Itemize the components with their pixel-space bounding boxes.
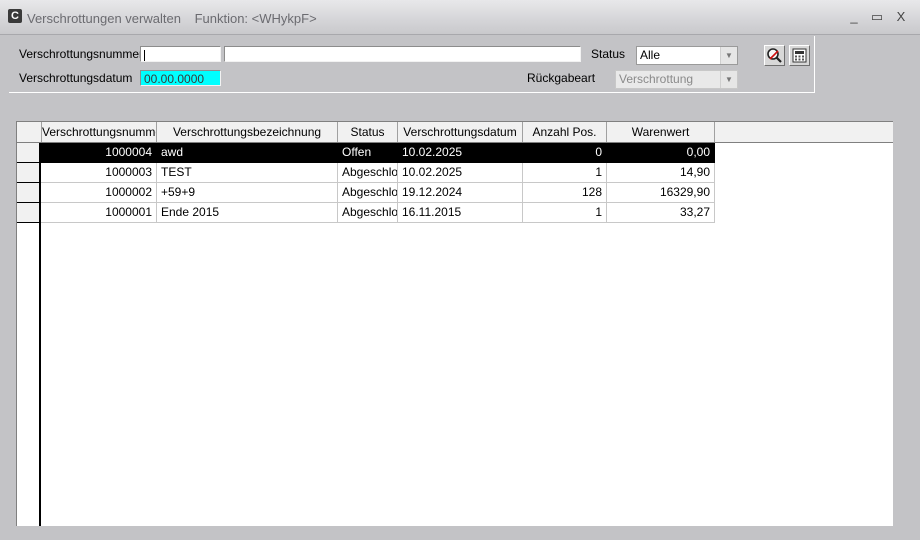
cell-number: 1000003: [41, 163, 157, 183]
calculator-button[interactable]: [789, 45, 810, 66]
search-icon: [767, 48, 782, 63]
title-bar: C Verschrottungen verwalten Funktion: <W…: [0, 0, 920, 35]
cell-status: Abgeschlo: [338, 163, 398, 183]
window-title-text: Verschrottungen verwalten: [27, 11, 181, 26]
cell-positions: 1: [523, 203, 607, 223]
scrap-table: Verschrottungsnummer Verschrottungsbezei…: [16, 121, 893, 526]
table-row[interactable]: 1000003 TEST Abgeschlo 10.02.2025 1 14,9…: [17, 163, 715, 183]
cell-positions: 1: [523, 163, 607, 183]
function-label: Funktion: <WHykpF>: [194, 11, 317, 26]
cell-description: TEST: [157, 163, 338, 183]
cell-date: 16.11.2015: [398, 203, 523, 223]
column-header[interactable]: Verschrottungsbezeichnung: [157, 122, 338, 142]
table-row[interactable]: 1000002 +59+9 Abgeschlo 19.12.2024 128 1…: [17, 183, 715, 203]
cell-value: 14,90: [607, 163, 715, 183]
app-logo-icon: C: [8, 9, 22, 23]
minimize-button[interactable]: _: [845, 8, 863, 26]
row-indicator[interactable]: [17, 203, 41, 223]
chevron-down-icon[interactable]: ▼: [720, 47, 737, 64]
cell-value: 16329,90: [607, 183, 715, 203]
cell-description: Ende 2015: [157, 203, 338, 223]
maximize-button[interactable]: ▭: [868, 8, 886, 26]
cell-date: 10.02.2025: [398, 143, 523, 163]
return-type-dropdown: Verschrottung ▼: [615, 70, 738, 89]
cell-status: Abgeschlo: [338, 183, 398, 203]
scrap-date-input[interactable]: 00.00.0000: [140, 70, 221, 86]
column-header[interactable]: Verschrottungsdatum: [398, 122, 523, 142]
chevron-down-icon: ▼: [720, 71, 737, 88]
row-indicator[interactable]: [17, 143, 41, 163]
return-type-value: Verschrottung: [619, 72, 694, 86]
table-header: Verschrottungsnummer Verschrottungsbezei…: [17, 122, 893, 143]
scrap-date-label: Verschrottungsdatum: [19, 71, 133, 85]
scrap-number-label: Verschrottungsnummer: [19, 47, 144, 61]
table-row[interactable]: 1000001 Ende 2015 Abgeschlo 16.11.2015 1…: [17, 203, 715, 223]
cell-status: Offen: [338, 143, 398, 163]
column-header[interactable]: Status: [338, 122, 398, 142]
calculator-icon: [792, 48, 807, 63]
row-indicator[interactable]: [17, 163, 41, 183]
column-header[interactable]: Warenwert: [607, 122, 715, 142]
scrap-number-input[interactable]: [140, 46, 221, 62]
cell-number: 1000001: [41, 203, 157, 223]
cell-positions: 0: [523, 143, 607, 163]
status-dropdown[interactable]: Alle ▼: [636, 46, 738, 65]
main-window: C Verschrottungen verwalten Funktion: <W…: [0, 0, 920, 540]
cell-positions: 128: [523, 183, 607, 203]
cell-value: 33,27: [607, 203, 715, 223]
status-value: Alle: [640, 48, 661, 62]
cell-number: 1000004: [41, 143, 157, 163]
return-type-label: Rückgabeart: [527, 71, 596, 85]
close-button[interactable]: X: [892, 8, 910, 26]
cell-value: 0,00: [607, 143, 715, 163]
cell-description: awd: [157, 143, 338, 163]
cell-description: +59+9: [157, 183, 338, 203]
cell-date: 19.12.2024: [398, 183, 523, 203]
scrap-description-input[interactable]: [224, 46, 581, 62]
cell-number: 1000002: [41, 183, 157, 203]
table-row[interactable]: 1000004 awd Offen 10.02.2025 0 0,00: [17, 143, 715, 163]
column-header[interactable]: Anzahl Pos.: [523, 122, 607, 142]
header-indicator: [17, 122, 42, 142]
column-header[interactable]: Verschrottungsnummer: [42, 122, 157, 142]
cell-status: Abgeschlo: [338, 203, 398, 223]
row-indicator[interactable]: [17, 183, 41, 203]
search-button[interactable]: [764, 45, 785, 66]
cell-date: 10.02.2025: [398, 163, 523, 183]
status-label: Status: [591, 47, 626, 61]
window-title: Verschrottungen verwalten Funktion: <WHy…: [27, 11, 327, 26]
